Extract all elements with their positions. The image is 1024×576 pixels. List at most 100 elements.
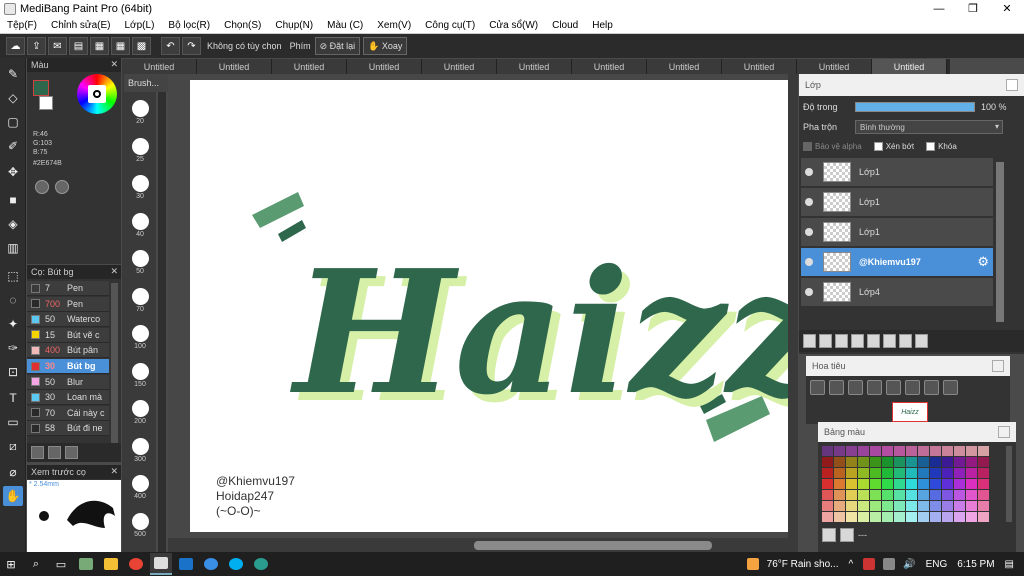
palette-swatch[interactable]	[930, 490, 941, 500]
pen-list-item[interactable]: 15 Bút vẽ c	[27, 327, 109, 343]
palette-swatch[interactable]	[858, 490, 869, 500]
tab-document-active[interactable]: Untitled	[872, 59, 947, 74]
redo-button[interactable]: ↷	[182, 37, 201, 55]
brush-size-item[interactable]: 20	[128, 100, 152, 125]
fit-screen-icon[interactable]	[848, 380, 863, 395]
select-rect-icon[interactable]: ⬚	[3, 266, 23, 286]
layer-scrollbar[interactable]	[996, 162, 1004, 322]
rotate-left-icon[interactable]	[886, 380, 901, 395]
tab-document[interactable]: Untitled	[572, 59, 647, 74]
divider-tool-icon[interactable]: ⧄	[3, 436, 23, 456]
palette-swatch[interactable]	[978, 490, 989, 500]
palette-swatch[interactable]	[858, 468, 869, 478]
palette-swatch[interactable]	[822, 501, 833, 511]
palette-swatch[interactable]	[942, 512, 953, 522]
palette-swatch[interactable]	[966, 490, 977, 500]
menu-view[interactable]: Xem(V)	[377, 20, 411, 31]
menu-file[interactable]: Tệp(F)	[7, 20, 37, 31]
pen-list-item[interactable]: 70 Cái này c	[27, 405, 109, 421]
delete-color-icon[interactable]	[840, 528, 854, 542]
reset-button[interactable]: ⊘ Đặt lại	[314, 37, 361, 55]
palette-swatch[interactable]	[822, 479, 833, 489]
canvas-vertical-scrollbar[interactable]	[788, 74, 798, 538]
lock-checkbox[interactable]: Khóa	[926, 141, 957, 151]
palette-swatch[interactable]	[978, 468, 989, 478]
visibility-icon[interactable]	[805, 258, 813, 266]
brush-size-item[interactable]: 500	[128, 512, 152, 538]
palette-swatch[interactable]	[822, 490, 833, 500]
palette-swatch[interactable]	[954, 457, 965, 467]
add-color-icon[interactable]	[822, 528, 836, 542]
tab-document[interactable]: Untitled	[272, 59, 347, 74]
pen-list-item[interactable]: 30 Loan mà	[27, 390, 109, 406]
pen-list-item[interactable]: 700 Pen	[27, 296, 109, 312]
brush-size-item[interactable]: 100	[128, 325, 152, 350]
brush-menu-icon[interactable]	[65, 446, 78, 459]
gear-icon[interactable]: ⚙	[977, 254, 989, 270]
brush-size-item[interactable]: 300	[128, 437, 152, 463]
new-layer-8bit-icon[interactable]	[819, 334, 832, 348]
menu-help[interactable]: Help	[592, 20, 613, 31]
move-tool-icon[interactable]: ✥	[3, 162, 23, 182]
palette-swatch[interactable]	[834, 468, 845, 478]
palette-swatch[interactable]	[894, 490, 905, 500]
visibility-icon[interactable]	[805, 168, 813, 176]
panel-close-icon[interactable]	[998, 426, 1010, 438]
palette-swatch[interactable]	[906, 512, 917, 522]
new-brush-icon[interactable]	[48, 446, 61, 459]
dotted-pen-icon[interactable]: ✐	[3, 136, 23, 156]
delete-layer-icon[interactable]	[915, 334, 928, 348]
palette-swatch[interactable]	[930, 468, 941, 478]
tab-document[interactable]: Untitled	[122, 59, 197, 74]
background-swatch[interactable]	[39, 96, 53, 110]
palette-swatch[interactable]	[906, 490, 917, 500]
bucket-tool-icon[interactable]: ◈	[3, 214, 23, 234]
palette-swatch[interactable]	[978, 512, 989, 522]
chat-icon[interactable]: ✉	[48, 37, 67, 55]
palette-swatch[interactable]	[942, 479, 953, 489]
palette-swatch[interactable]	[918, 512, 929, 522]
mail-icon[interactable]	[175, 553, 197, 575]
palette-swatch[interactable]	[930, 457, 941, 467]
palette-swatch[interactable]	[930, 446, 941, 456]
duplicate-layer-icon[interactable]	[883, 334, 896, 348]
palette-swatch[interactable]	[834, 501, 845, 511]
eyedropper-icon[interactable]: ⌀	[3, 462, 23, 482]
palette-swatch[interactable]	[978, 479, 989, 489]
palette-swatch[interactable]	[954, 468, 965, 478]
menu-filter[interactable]: Bộ lọc(R)	[168, 20, 210, 31]
palette-swatch[interactable]	[942, 501, 953, 511]
palette-swatch[interactable]	[834, 479, 845, 489]
select-pen-icon[interactable]: ✑	[3, 338, 23, 358]
palette-swatch[interactable]	[966, 446, 977, 456]
palette-swatch[interactable]	[978, 501, 989, 511]
brush-size-item[interactable]: 200	[128, 400, 152, 425]
hand-tool-icon[interactable]: ✋	[3, 486, 23, 506]
palette-swatch[interactable]	[954, 479, 965, 489]
weather-text[interactable]: 76°F Rain sho...	[767, 559, 839, 570]
palette-swatch[interactable]	[966, 457, 977, 467]
palette-swatch[interactable]	[918, 446, 929, 456]
blend-mode-select[interactable]: Bình thường ▾	[855, 120, 1003, 134]
folder-icon[interactable]	[867, 334, 880, 348]
palette-swatch[interactable]	[906, 468, 917, 478]
brush-size-item[interactable]: 150	[128, 362, 152, 388]
palette-swatch[interactable]	[858, 512, 869, 522]
clock[interactable]: 6:15 PM	[957, 559, 994, 570]
palette-swatch[interactable]	[846, 501, 857, 511]
windows-start-icon[interactable]: ⊞	[0, 553, 22, 575]
palette-swatch[interactable]	[954, 446, 965, 456]
palette-swatch[interactable]	[894, 479, 905, 489]
palette-swatch[interactable]	[966, 468, 977, 478]
palette-swatch[interactable]	[930, 512, 941, 522]
chrome-icon[interactable]	[125, 553, 147, 575]
pen-list-item[interactable]: 400 Bút pân	[27, 343, 109, 359]
palette-swatch[interactable]	[846, 446, 857, 456]
palette-swatch[interactable]	[930, 501, 941, 511]
palette-swatch[interactable]	[930, 479, 941, 489]
layer-row[interactable]: @Khiemvu197 ⚙	[801, 248, 993, 277]
upload-icon[interactable]: ⇪	[27, 37, 46, 55]
palette-swatch[interactable]	[858, 446, 869, 456]
palette-swatch[interactable]	[834, 490, 845, 500]
tab-document[interactable]: Untitled	[347, 59, 422, 74]
